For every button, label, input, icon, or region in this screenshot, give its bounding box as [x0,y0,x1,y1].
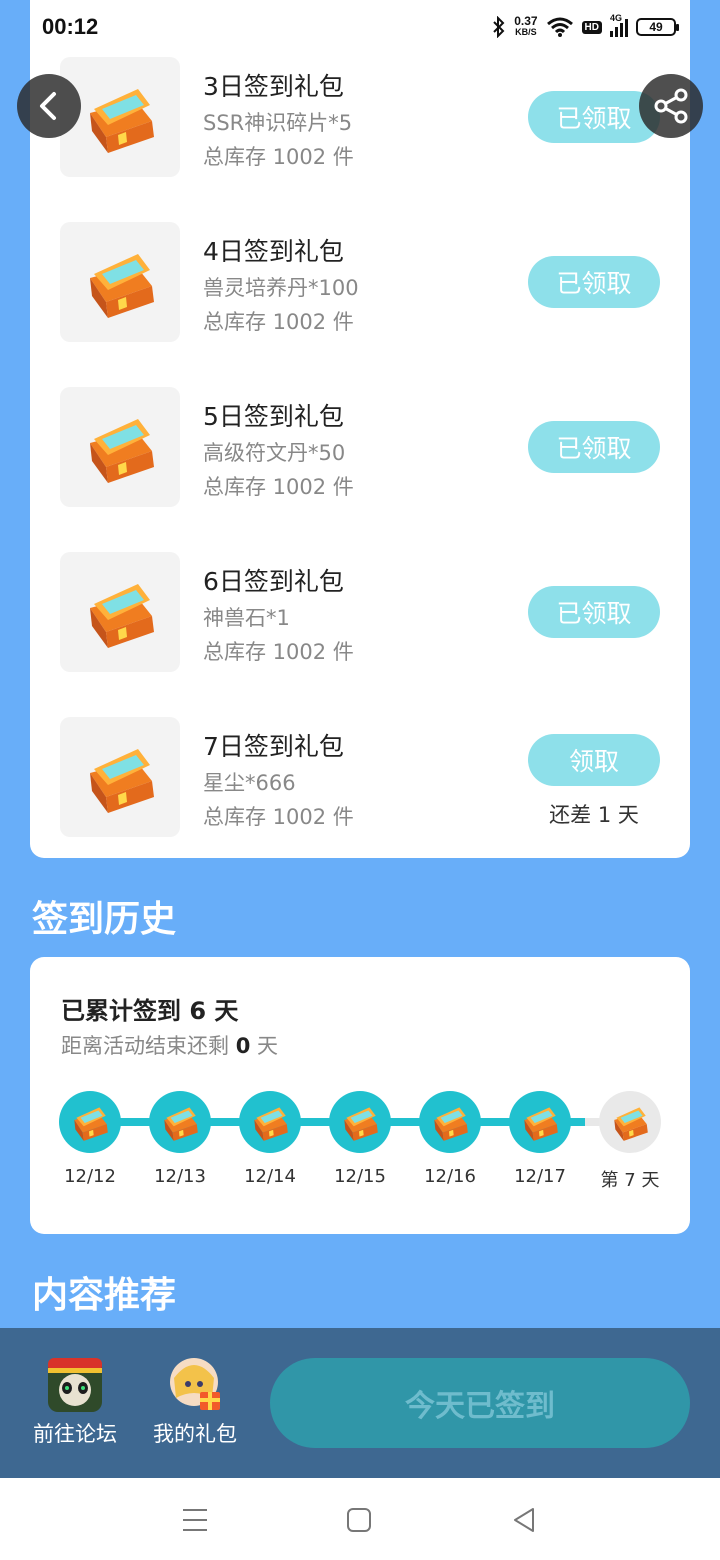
day-label: 12/14 [244,1166,296,1187]
treasure-chest-icon [344,1107,378,1141]
day-label: 12/17 [514,1166,566,1187]
my-gifts-button[interactable]: 我的礼包 [140,1358,250,1448]
back-button[interactable] [17,74,81,138]
gift-stock: 总库存 1002 件 [203,805,354,829]
gift-title: 4日签到礼包 [203,237,344,266]
gift-description: 高级符文丹*50 [203,441,346,465]
day-label: 12/15 [334,1166,386,1187]
back-nav-button[interactable] [504,1502,544,1538]
gift-thumbnail [60,222,180,342]
treasure-chest-icon [254,1107,288,1141]
share-button[interactable] [639,74,703,138]
day-node-1 [59,1091,121,1153]
forum-button[interactable]: 前往论坛 [20,1358,130,1448]
status-icons: 0.37 KB/S HD 4G 49 [492,13,679,38]
days-remaining-text: 还差 1 天 [549,803,639,827]
claimed-button[interactable]: 已领取 [528,256,660,308]
triangle-back-icon [514,1508,534,1532]
share-icon [654,88,688,124]
treasure-chest-icon [524,1107,558,1141]
gift-row-day4: 4日签到礼包 兽灵培养丹*100 总库存 1002 件 已领取 [60,222,660,342]
day-node-5 [419,1091,481,1153]
gift-title: 6日签到礼包 [203,567,344,596]
gift-stock: 总库存 1002 件 [203,475,354,499]
treasure-chest-icon [164,1107,198,1141]
gift-thumbnail [60,387,180,507]
network-type: 4G [610,13,623,23]
menu-button[interactable] [175,1502,215,1538]
treasure-chest-icon [90,254,154,318]
gift-stock: 总库存 1002 件 [203,310,354,334]
remaining-value: 0 [235,1034,251,1058]
gift-description: 星尘*666 [203,771,296,795]
chevron-left-icon [40,92,56,120]
net-speed: 0.37 KB/S [514,14,538,38]
gift-title: 7日签到礼包 [203,732,344,761]
home-button[interactable] [339,1502,379,1538]
treasure-chest-icon [90,584,154,648]
day-label: 12/16 [424,1166,476,1187]
claimed-button[interactable]: 已领取 [528,421,660,473]
gift-description: 兽灵培养丹*100 [203,276,359,300]
cumulative-signin-count: 已累计签到 6 天 [61,997,239,1025]
gift-row-day7: 7日签到礼包 星尘*666 总库存 1002 件 领取 还差 1 天 [60,717,660,837]
treasure-chest-icon [90,419,154,483]
treasure-chest-icon [74,1107,108,1141]
status-bar: 00:12 0.37 KB/S HD 4G 49 [0,0,720,54]
forum-label: 前往论坛 [33,1422,117,1446]
day-label: 第 7 天 [600,1170,660,1191]
recommend-section-title: 内容推荐 [32,1275,177,1316]
battery-icon: 49 [636,18,679,36]
gift-row-day6: 6日签到礼包 神兽石*1 总库存 1002 件 已领取 [60,552,660,672]
day-node-6 [509,1091,571,1153]
gift-description: 神兽石*1 [203,606,290,630]
gift-stock: 总库存 1002 件 [203,640,354,664]
history-section-title: 签到历史 [32,899,177,940]
gift-list-card: 3日签到礼包 SSR神识碎片*5 总库存 1002 件 已领取 4日签到礼包 兽… [30,0,690,858]
gift-box-icon [168,1358,222,1412]
forum-icon [48,1358,102,1412]
claim-button[interactable]: 领取 [528,734,660,786]
history-card: 已累计签到 6 天 距离活动结束还剩 0 天 12/12 12/13 12/14 12… [30,957,690,1234]
day-label: 12/13 [154,1166,206,1187]
remaining-suffix: 天 [257,1034,278,1058]
gift-row-day3: 3日签到礼包 SSR神识碎片*5 总库存 1002 件 已领取 [60,57,660,177]
status-time: 00:12 [42,14,99,39]
day-node-4 [329,1091,391,1153]
day-label: 12/12 [64,1166,116,1187]
battery-level: 49 [649,20,663,34]
gift-description: SSR神识碎片*5 [203,111,353,135]
activity-remaining-text: 距离活动结束还剩 0 天 [61,1030,278,1060]
bottom-action-bar: 前往论坛 我的礼包 今天已签到 [0,1328,720,1478]
gift-stock: 总库存 1002 件 [203,145,354,169]
treasure-chest-icon [614,1107,648,1141]
signed-today-button[interactable]: 今天已签到 [270,1358,690,1448]
day-node-3 [239,1091,301,1153]
day-node-7 [599,1091,661,1153]
net-speed-unit: KB/S [515,27,537,37]
bluetooth-icon [493,16,505,38]
treasure-chest-icon [434,1107,468,1141]
wifi-icon [546,17,573,37]
gift-title: 3日签到礼包 [203,72,344,101]
gift-row-day5: 5日签到礼包 高级符文丹*50 总库存 1002 件 已领取 [60,387,660,507]
gift-thumbnail [60,552,180,672]
menu-icon [183,1509,207,1531]
claimed-button[interactable]: 已领取 [528,586,660,638]
my-gifts-label: 我的礼包 [153,1422,237,1446]
system-nav-bar [0,1478,720,1560]
gift-title: 5日签到礼包 [203,402,344,431]
signal-icon: 4G [610,13,628,37]
home-square-icon [347,1508,371,1532]
day-node-2 [149,1091,211,1153]
treasure-chest-icon [90,749,154,813]
treasure-chest-icon [90,89,154,153]
net-speed-value: 0.37 [514,14,538,28]
hd-badge: HD [581,20,602,34]
gift-thumbnail [60,717,180,837]
remaining-prefix: 距离活动结束还剩 [61,1034,229,1058]
